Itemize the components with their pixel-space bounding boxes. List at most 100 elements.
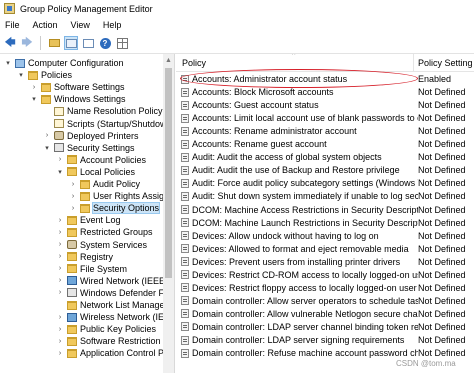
menu-view[interactable]: View [71, 20, 90, 30]
tree-item[interactable]: › Deployed Printers [43, 130, 139, 142]
policy-row[interactable]: DCOM: Machine Launch Restrictions in Sec… [176, 217, 474, 229]
tree-item[interactable]: › Registry [56, 251, 113, 263]
collapse-icon[interactable]: ▾ [43, 144, 51, 152]
tree-item[interactable]: › Windows Defender Firewall [56, 287, 174, 299]
tree-item[interactable]: › File System [56, 263, 127, 275]
tree-item[interactable]: › Restricted Groups [56, 226, 153, 238]
policy-row[interactable]: Domain controller: LDAP server channel b… [176, 321, 474, 333]
expand-icon[interactable]: › [30, 84, 38, 91]
tree-item-label: Windows Defender Firewall [80, 287, 174, 298]
column-header-policy[interactable]: Policy [182, 58, 206, 68]
tree-item[interactable]: ▾ Computer Configuration [4, 57, 123, 69]
expand-icon[interactable]: › [56, 241, 64, 248]
expand-icon[interactable]: › [56, 265, 64, 272]
tree-item[interactable]: › System Services [56, 239, 147, 251]
policy-icon [181, 178, 189, 188]
policy-row[interactable]: Accounts: Rename administrator account No… [176, 125, 474, 137]
expand-icon[interactable]: › [56, 229, 64, 236]
policy-row[interactable]: DCOM: Machine Access Restrictions in Sec… [176, 204, 474, 216]
policy-setting: Not Defined [418, 243, 466, 254]
app-icon [4, 3, 15, 14]
menu-help[interactable]: Help [103, 20, 122, 30]
policy-row[interactable]: Audit: Shut down system immediately if u… [176, 190, 474, 202]
policy-row[interactable]: Devices: Allowed to format and eject rem… [176, 243, 474, 255]
expand-icon[interactable]: › [56, 289, 64, 296]
policy-name: Domain controller: Allow server operator… [192, 295, 418, 306]
expand-icon[interactable]: › [43, 132, 51, 139]
collapse-icon[interactable]: ▾ [30, 95, 38, 103]
tree-item[interactable]: ▾ Security Settings [43, 142, 134, 154]
tree-item[interactable]: › Wired Network (IEEE 802.3) [56, 275, 174, 287]
help-icon[interactable]: ? [98, 36, 112, 50]
expand-icon[interactable]: › [56, 326, 64, 333]
folder-icon [80, 191, 90, 201]
tree-item[interactable]: ▾ Windows Settings [30, 93, 125, 105]
tree-scrollbar[interactable]: ▲ [163, 54, 174, 373]
tree-item[interactable]: Name Resolution Policy [43, 105, 163, 117]
expand-icon[interactable]: › [56, 277, 64, 284]
menu-action[interactable]: Action [33, 20, 58, 30]
policy-row[interactable]: Domain controller: Allow server operator… [176, 295, 474, 307]
expand-icon[interactable]: › [69, 205, 77, 212]
policy-icon [181, 322, 189, 332]
column-header-policy-setting[interactable]: Policy Setting [418, 58, 473, 68]
tree-item-label: Wired Network (IEEE 802.3) [80, 275, 174, 286]
expand-icon[interactable]: › [69, 181, 77, 188]
tree-item[interactable]: › Software Restriction Policies [56, 335, 174, 347]
tree-item[interactable]: ▾ Policies [17, 69, 72, 81]
tree-item[interactable]: Network List Manager [56, 299, 168, 311]
policy-icon [181, 257, 189, 267]
scroll-up-icon[interactable]: ▲ [165, 57, 172, 64]
up-folder-icon[interactable] [47, 36, 61, 50]
expand-icon[interactable]: › [56, 156, 64, 163]
policy-row[interactable]: Accounts: Rename guest account Not Define… [176, 138, 474, 150]
tree-item[interactable]: › Public Key Policies [56, 323, 156, 335]
tree-item-label: Restricted Groups [80, 227, 153, 238]
menu-file[interactable]: File [5, 20, 20, 30]
collapse-icon[interactable]: ▾ [4, 59, 12, 67]
back-icon[interactable]: 🡄 [3, 36, 17, 50]
tree-item-label: Event Log [80, 215, 121, 226]
collapse-icon[interactable]: ▾ [56, 168, 64, 176]
policy-row[interactable]: Domain controller: LDAP server signing r… [176, 334, 474, 346]
show-hide-tree-icon[interactable] [64, 36, 78, 50]
policy-row[interactable]: Devices: Allow undock without having to … [176, 230, 474, 242]
expand-icon[interactable]: › [56, 314, 64, 321]
expand-icon[interactable]: › [56, 338, 64, 345]
tree-item[interactable]: Scripts (Startup/Shutdown) [43, 118, 174, 130]
column-divider[interactable] [413, 54, 414, 71]
policy-row[interactable]: Audit: Audit the use of Backup and Resto… [176, 164, 474, 176]
tree-scroll-thumb[interactable] [165, 68, 172, 278]
policy-row[interactable]: Accounts: Guest account status Not Define… [176, 99, 474, 111]
tree-item[interactable]: › Event Log [56, 214, 121, 226]
expand-icon[interactable]: › [56, 350, 64, 357]
forward-icon[interactable]: 🡆 [20, 36, 34, 50]
policy-row[interactable]: Devices: Restrict CD-ROM access to local… [176, 269, 474, 281]
tree-item[interactable]: › Security Options [69, 202, 161, 215]
policy-row[interactable]: Accounts: Administrator account status En… [176, 73, 474, 85]
policy-row[interactable]: Domain controller: Refuse machine accoun… [176, 347, 474, 359]
properties-icon[interactable] [81, 36, 95, 50]
tree-item[interactable]: › Software Settings [30, 81, 125, 93]
tree-item[interactable]: ›User Rights Assignment [69, 190, 174, 202]
tree-item[interactable]: › Application Control Policies [56, 347, 174, 359]
expand-icon[interactable]: › [69, 193, 77, 200]
policy-row[interactable]: Accounts: Limit local account use of bla… [176, 112, 474, 124]
tree-item[interactable]: › Account Policies [56, 154, 146, 166]
policy-row[interactable]: Audit: Audit the access of global system… [176, 151, 474, 163]
console-tree[interactable]: ▾ Computer Configuration ▾ Policies › Softwar… [0, 54, 175, 373]
policy-row[interactable]: Audit: Force audit policy subcategory se… [176, 177, 474, 189]
policy-row[interactable]: Devices: Prevent users from installing p… [176, 256, 474, 268]
expand-icon[interactable]: › [56, 253, 64, 260]
tree-item[interactable]: › Audit Policy [69, 178, 140, 190]
view-icon[interactable] [115, 36, 129, 50]
tree-item[interactable]: ▾ Local Policies [56, 166, 135, 178]
policy-row[interactable]: Devices: Restrict floppy access to local… [176, 282, 474, 294]
policy-row[interactable]: Accounts: Block Microsoft accounts Not De… [176, 86, 474, 98]
policy-row[interactable]: Domain controller: Allow vulnerable Netl… [176, 308, 474, 320]
expand-icon[interactable]: › [56, 217, 64, 224]
tree-item[interactable]: › Wireless Network (IEEE 802.11) [56, 311, 174, 323]
policy-icon [181, 218, 189, 228]
network-icon [67, 276, 77, 286]
collapse-icon[interactable]: ▾ [17, 71, 25, 79]
